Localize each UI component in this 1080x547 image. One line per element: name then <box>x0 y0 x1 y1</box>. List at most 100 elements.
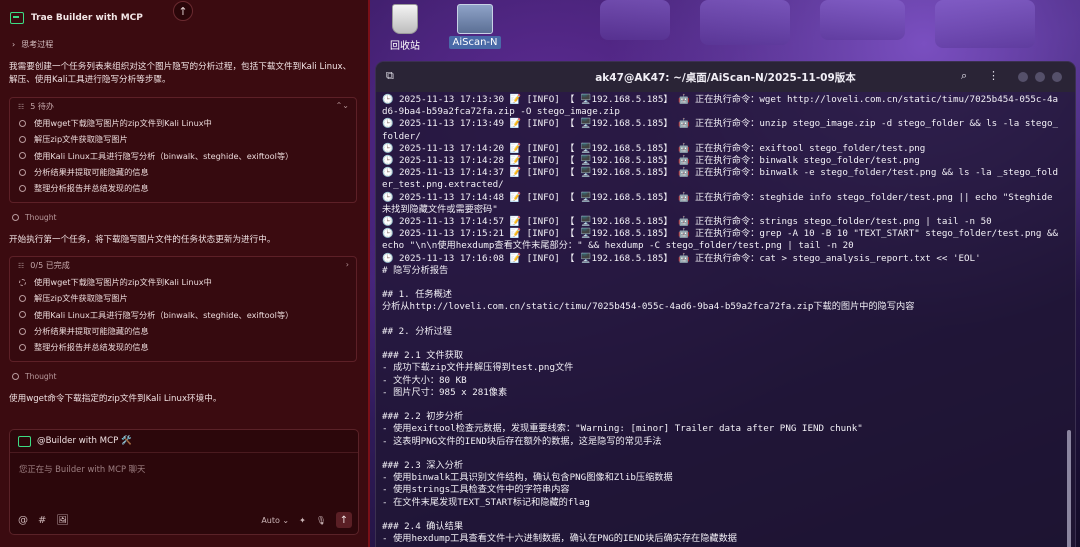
task-item-label: 使用Kali Linux工具进行隐写分析（binwalk、steghide、ex… <box>34 309 294 320</box>
terminal-window: ⧉ ak47@AK47: ~/桌面/AiScan-N/2025-11-09版本 … <box>376 62 1075 547</box>
task-list-icon: ☷ <box>18 102 25 111</box>
task-card-status: 5 待办 <box>30 102 54 111</box>
terminal-line: - 图片尺寸：985 x 281像素 <box>382 386 508 398</box>
maximize-button[interactable] <box>1035 72 1045 82</box>
terminal-line: - 使用hexdump工具查看文件十六进制数据，确认在PNG的IEND块后确实存… <box>382 533 737 545</box>
task-item: 分析结果并提取可能隐藏的信息 <box>10 164 356 180</box>
pending-circle-icon <box>19 152 26 160</box>
agent-selector[interactable]: @Builder with MCP 🛠️ <box>10 430 358 453</box>
task-item: 分析结果并提取可能隐藏的信息 <box>10 323 356 339</box>
terminal-scrollbar[interactable] <box>1067 430 1071 547</box>
sparkle-icon[interactable]: ✦ <box>299 516 306 525</box>
wallpaper-keycap <box>935 0 1035 48</box>
task-list-card-progress: ☷ 0/5 已完成 › 使用wget下载隐写图片的zip文件到Kali Linu… <box>9 256 357 362</box>
terminal-line: 🕒 2025-11-13 17:15:21 📝 [INFO] 【 🖥️192.1… <box>382 228 1064 252</box>
terminal-line: ### 2.3 深入分析 <box>382 460 464 472</box>
terminal-line: - 在文件末尾发现TEXT_START标记和隐藏的flag <box>382 496 590 508</box>
chat-input-field[interactable]: 您正在与 Builder with MCP 聊天 <box>19 463 145 475</box>
task-item: 整理分析报告并总结发现的信息 <box>10 339 356 355</box>
terminal-title: ak47@AK47: ~/桌面/AiScan-N/2025-11-09版本 <box>595 72 856 84</box>
thought-label: Thought <box>25 372 57 381</box>
task-item-label: 分析结果并提取可能隐藏的信息 <box>34 167 149 178</box>
chat-input-box: @Builder with MCP 🛠️ 您正在与 Builder with M… <box>9 429 359 535</box>
thought-icon <box>12 373 19 380</box>
assistant-message-intro: 我需要创建一个任务列表来组织对这个图片隐写的分析过程，包括下载文件到Kali L… <box>9 62 352 85</box>
pending-circle-icon <box>19 135 26 143</box>
desktop-icon-trash[interactable]: 回收站 <box>375 4 435 52</box>
menu-icon[interactable]: ⋮ <box>988 69 999 82</box>
terminal-line: - 使用exiftool检查元数据，发现重要线索："Warning: [mino… <box>382 423 863 435</box>
image-icon[interactable]: 🖼 <box>56 515 69 526</box>
folder-icon <box>457 4 493 34</box>
think-process-toggle[interactable]: › 思考过程 <box>12 39 53 50</box>
chevron-right-icon[interactable]: › <box>346 260 349 269</box>
desktop-icon-aiscan[interactable]: AiScan-N <box>445 4 505 49</box>
terminal-line: - 使用binwalk工具识别文件结构，确认包含PNG图像和Zlib压缩数据 <box>382 472 673 484</box>
pending-circle-icon <box>19 311 26 319</box>
terminal-line: 🕒 2025-11-13 17:13:30 📝 [INFO] 【 🖥️192.1… <box>382 94 1059 118</box>
task-item: 使用wget下载隐写图片的zip文件到Kali Linux中 <box>10 115 356 131</box>
desktop-icon-label: 回收站 <box>390 41 420 52</box>
close-button[interactable] <box>1052 72 1062 82</box>
pending-circle-icon <box>19 119 26 127</box>
task-item-label: 整理分析报告并总结发现的信息 <box>34 342 149 353</box>
assistant-message-step: 开始执行第一个任务，将下载隐写图片文件的任务状态更新为进行中。 <box>9 235 276 245</box>
terminal-line: 🕒 2025-11-13 17:14:57 📝 [INFO] 【 🖥️192.1… <box>382 216 992 228</box>
task-item-label: 解压zip文件获取隐写图片 <box>34 293 128 304</box>
task-item-label: 分析结果并提取可能隐藏的信息 <box>34 326 149 337</box>
mode-select[interactable]: Auto ⌄ <box>261 516 289 525</box>
terminal-output[interactable]: 🕒 2025-11-13 17:13:30 📝 [INFO] 【 🖥️192.1… <box>382 94 1059 547</box>
pending-circle-icon <box>19 184 26 192</box>
scroll-up-button[interactable]: ↑ <box>173 1 193 21</box>
chat-actions: Auto ⌄ ✦ 🎙 ↑ <box>261 512 352 528</box>
chevron-right-icon: › <box>12 40 16 49</box>
terminal-line: - 这表明PNG文件的IEND块后存在额外的数据，这是隐写的常见手法 <box>382 435 662 447</box>
microphone-icon[interactable]: 🎙 <box>316 516 326 525</box>
terminal-line: - 使用strings工具检查文件中的字符串内容 <box>382 484 570 496</box>
wallpaper-keycap <box>600 0 670 40</box>
task-item: 解压zip文件获取隐写图片 <box>10 290 356 306</box>
desktop-icon-label: AiScan-N <box>449 36 501 49</box>
search-icon[interactable]: ⌕ <box>961 69 967 83</box>
thought-marker[interactable]: Thought <box>12 213 57 222</box>
terminal-line: 🕒 2025-11-13 17:14:48 📝 [INFO] 【 🖥️192.1… <box>382 191 1053 215</box>
task-card-header[interactable]: ☷ 5 待办 <box>10 98 356 115</box>
send-button[interactable]: ↑ <box>336 512 352 528</box>
task-item: 使用Kali Linux工具进行隐写分析（binwalk、steghide、ex… <box>10 307 356 323</box>
terminal-line: ## 1. 任务概述 <box>382 289 452 301</box>
pending-circle-icon <box>19 168 26 176</box>
terminal-line: ### 2.4 确认结果 <box>382 521 464 533</box>
terminal-line: ## 2. 分析过程 <box>382 325 452 337</box>
pending-circle-icon <box>19 327 26 335</box>
task-item: 使用Kali Linux工具进行隐写分析（binwalk、steghide、ex… <box>10 148 356 164</box>
chat-tools: @ # 🖼 <box>18 515 69 526</box>
terminal-line: 🕒 2025-11-13 17:16:08 📝 [INFO] 【 🖥️192.1… <box>382 252 981 264</box>
terminal-line: - 成功下载zip文件并解压得到test.png文件 <box>382 362 574 374</box>
desktop-background: 回收站 AiScan-N ⧉ ak47@AK47: ~/桌面/AiScan-N/… <box>370 0 1080 547</box>
task-list-icon: ☷ <box>18 261 25 270</box>
agent-name: @Builder with MCP 🛠️ <box>37 436 132 446</box>
trash-icon <box>392 4 418 34</box>
hashtag-icon[interactable]: # <box>38 515 46 526</box>
thought-marker[interactable]: Thought <box>12 372 57 381</box>
pending-circle-icon <box>19 343 26 351</box>
task-item-label: 整理分析报告并总结发现的信息 <box>34 183 149 194</box>
task-card-status: 0/5 已完成 <box>30 261 70 270</box>
terminal-line: 🕒 2025-11-13 17:13:49 📝 [INFO] 【 🖥️192.1… <box>382 118 1059 142</box>
terminal-line: # 隐写分析报告 <box>382 264 449 276</box>
collapse-icon[interactable]: ⌃⌄ <box>336 101 349 110</box>
builder-logo-icon <box>18 435 31 447</box>
task-item-label: 使用wget下载隐写图片的zip文件到Kali Linux中 <box>34 277 212 288</box>
terminal-titlebar[interactable]: ⧉ ak47@AK47: ~/桌面/AiScan-N/2025-11-09版本 … <box>376 62 1075 92</box>
task-item-label: 使用wget下载隐写图片的zip文件到Kali Linux中 <box>34 118 212 129</box>
task-card-header[interactable]: ☷ 0/5 已完成 <box>10 257 356 274</box>
wallpaper-keycap <box>820 0 905 40</box>
think-label: 思考过程 <box>21 40 54 49</box>
minimize-button[interactable] <box>1018 72 1028 82</box>
mention-icon[interactable]: @ <box>18 515 28 526</box>
